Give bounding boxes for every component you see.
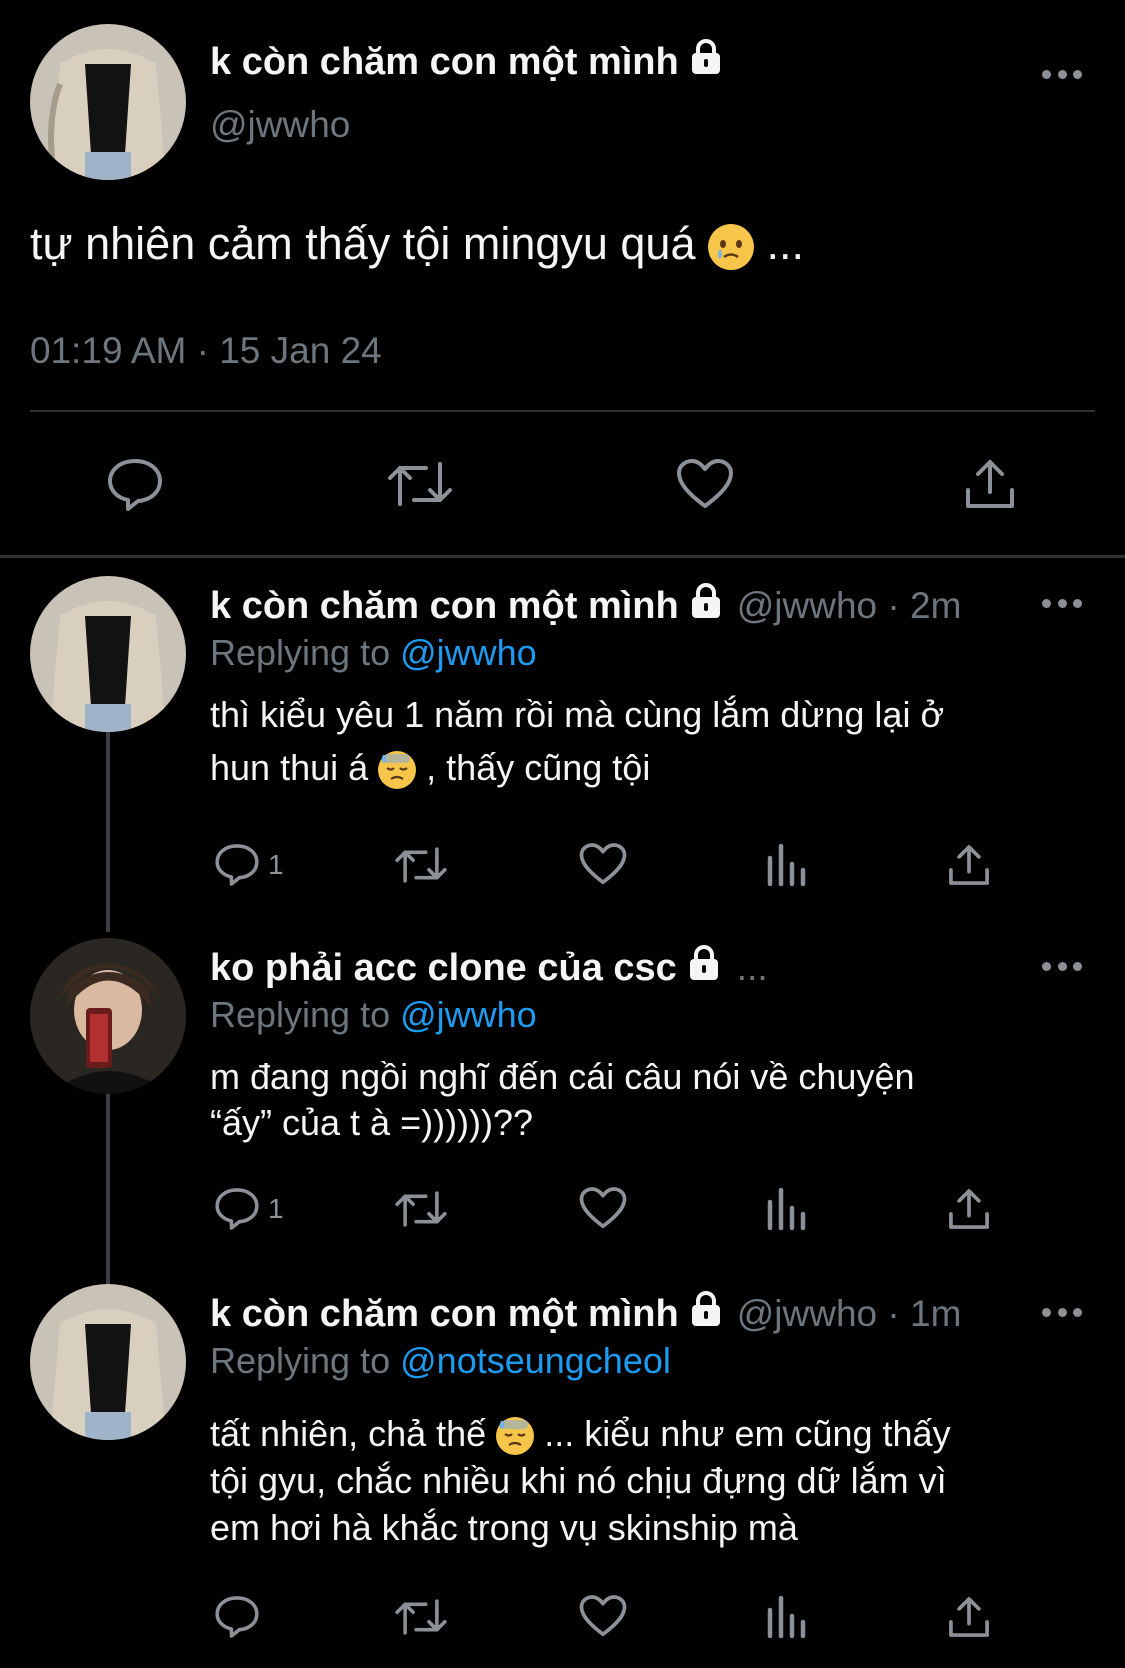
share-button[interactable]	[962, 456, 1018, 512]
retweet-button[interactable]	[394, 1188, 448, 1230]
display-name[interactable]: ko phải acc clone của csc ...	[210, 944, 768, 992]
reply-icon	[215, 1188, 259, 1230]
avatar[interactable]	[30, 1284, 186, 1440]
heart-icon	[579, 843, 627, 885]
share-button[interactable]	[946, 1594, 992, 1640]
replying-to: Replying to @jwwho	[210, 632, 537, 673]
display-name[interactable]: k còn chăm con một mình @jwwho · 1m	[210, 1290, 961, 1338]
face-holding-back-tears-emoji	[708, 224, 755, 271]
handle-time: ...	[736, 947, 768, 988]
mention-link[interactable]: @notseungcheol	[400, 1340, 671, 1381]
share-icon	[949, 1189, 989, 1229]
lock-icon	[687, 1290, 725, 1338]
divider	[30, 410, 1095, 412]
reply-button[interactable]	[214, 1594, 260, 1640]
section-divider	[0, 555, 1125, 558]
share-icon	[949, 1597, 989, 1637]
reply-button[interactable]	[106, 457, 164, 513]
retweet-icon	[388, 462, 452, 506]
analytics-icon	[767, 1188, 806, 1230]
timestamp[interactable]: 01:19 AM · 15 Jan 24	[30, 330, 382, 372]
reply-icon	[215, 1596, 259, 1638]
heart-icon	[579, 1187, 627, 1229]
replying-to: Replying to @jwwho	[210, 994, 537, 1035]
reply-icon	[215, 844, 259, 886]
analytics-icon	[767, 1596, 806, 1638]
analytics-button[interactable]	[766, 1596, 806, 1638]
replying-to: Replying to @notseungcheol	[210, 1340, 671, 1381]
reply-count: 1	[268, 1193, 284, 1224]
more-options-icon[interactable]	[1042, 1306, 1082, 1318]
like-button[interactable]	[579, 842, 627, 886]
reply-button[interactable]: 1	[214, 1186, 284, 1232]
share-button[interactable]	[946, 842, 992, 888]
analytics-icon	[767, 844, 806, 886]
retweet-button[interactable]	[394, 1596, 448, 1638]
tweet-text: tất nhiên, chả thế ... kiểu như em cũng …	[210, 1413, 951, 1548]
tweet-text: thì kiểu yêu 1 năm rồi mà cùng lắm dừng …	[210, 694, 945, 790]
reply-button[interactable]: 1	[214, 842, 284, 888]
retweet-button[interactable]	[394, 844, 448, 886]
display-name[interactable]: k còn chăm con một mình @jwwho · 2m	[210, 582, 961, 630]
like-button[interactable]	[579, 1186, 627, 1230]
more-options-icon[interactable]	[1042, 68, 1082, 80]
mention-link[interactable]: @jwwho	[400, 994, 537, 1035]
analytics-button[interactable]	[766, 844, 806, 886]
retweet-icon	[395, 1599, 447, 1635]
retweet-button[interactable]	[386, 458, 454, 510]
display-name[interactable]: k còn chăm con một mình	[210, 38, 725, 86]
heart-icon	[579, 1595, 627, 1637]
tweet-text: tự nhiên cảm thấy tội mingyu quá ...	[30, 218, 805, 271]
retweet-icon	[395, 847, 447, 883]
mention-link[interactable]: @jwwho	[400, 632, 537, 673]
lock-icon	[685, 944, 723, 992]
heart-icon	[677, 459, 733, 508]
lock-icon	[687, 38, 725, 86]
downcast-face-with-sweat-emoji	[496, 1417, 535, 1456]
more-options-icon[interactable]	[1042, 960, 1082, 972]
lock-icon	[687, 582, 725, 630]
thread-line	[106, 1094, 110, 1284]
share-button[interactable]	[946, 1186, 992, 1232]
reply-count: 1	[268, 849, 284, 880]
analytics-button[interactable]	[766, 1188, 806, 1230]
more-options-icon[interactable]	[1042, 597, 1082, 609]
avatar[interactable]	[30, 24, 186, 180]
share-icon	[949, 845, 989, 885]
share-icon	[966, 460, 1014, 508]
handle-time: @jwwho · 2m	[736, 585, 962, 626]
handle-time: @jwwho · 1m	[736, 1293, 962, 1334]
like-button[interactable]	[579, 1594, 627, 1638]
retweet-icon	[395, 1191, 447, 1227]
like-button[interactable]	[676, 458, 734, 510]
avatar[interactable]	[30, 938, 186, 1094]
avatar[interactable]	[30, 576, 186, 732]
tweet-text: m đang ngồi nghĩ đến cái câu nói về chuy…	[210, 1056, 915, 1143]
thread-line	[106, 732, 110, 932]
downcast-face-with-sweat-emoji	[378, 751, 417, 790]
handle[interactable]: @jwwho	[210, 104, 350, 146]
reply-icon	[108, 459, 162, 511]
